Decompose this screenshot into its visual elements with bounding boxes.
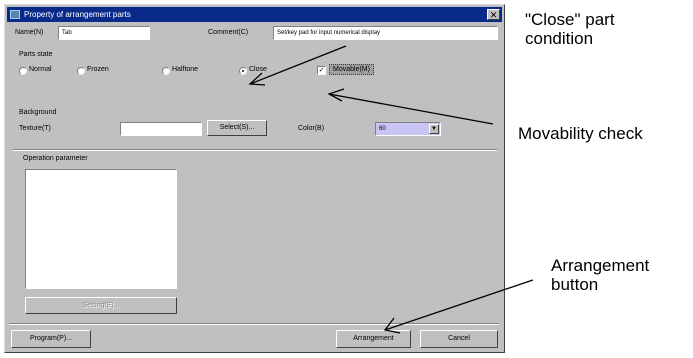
annotation-movability-check: Movability check [518, 124, 643, 143]
annotation-close-line2: condition [525, 29, 594, 48]
annotation-arrangement-line1: Arrangement [551, 256, 650, 275]
annotation-arrangement-button: Arrangement button [551, 256, 649, 294]
arrow-movability [327, 88, 494, 125]
annotation-close-part-condition: "Close" part condition [525, 10, 615, 48]
callout-arrows [248, 45, 534, 334]
arrow-arrangement [383, 279, 534, 334]
arrow-close-condition [248, 45, 347, 86]
annotation-close-line1: "Close" part [525, 10, 615, 29]
annotation-arrangement-line2: button [551, 275, 599, 294]
